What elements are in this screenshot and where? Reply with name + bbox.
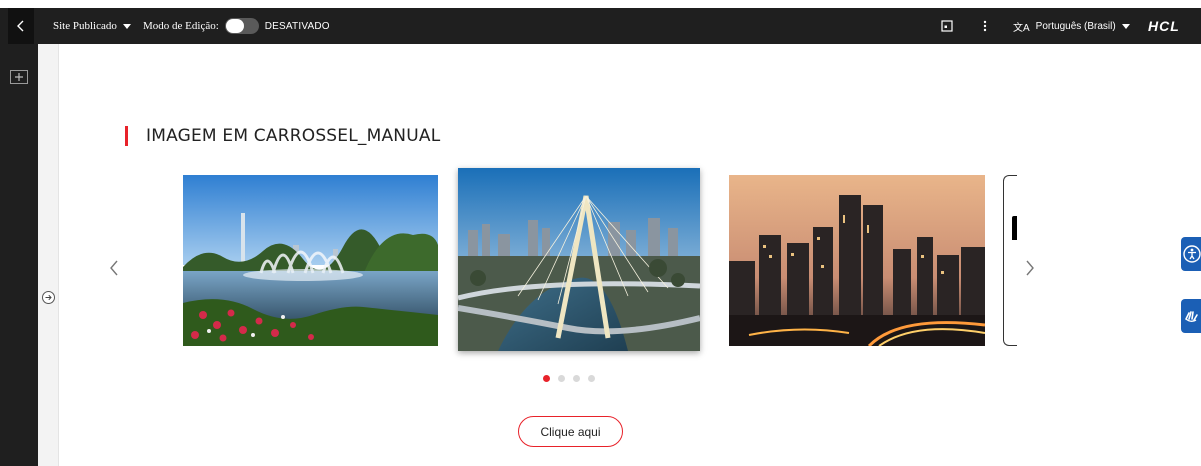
carousel-slide-1[interactable] [183, 175, 438, 346]
panel-icon [941, 20, 953, 32]
expand-arrow-icon [45, 294, 52, 301]
edit-mode: Modo de Edição: DESATIVADO [143, 8, 330, 44]
edit-mode-state: DESATIVADO [264, 20, 330, 32]
carousel-dot-1[interactable] [543, 375, 550, 382]
back-button[interactable] [8, 8, 34, 44]
language-select[interactable]: 文A Português (Brasil) [1013, 8, 1130, 44]
slide-image-park-fountain [183, 175, 438, 346]
language-label: Português (Brasil) [1035, 20, 1116, 32]
chevron-left-icon [110, 260, 118, 276]
carousel-prev-button[interactable] [106, 258, 122, 278]
carousel-slide-2[interactable] [458, 168, 700, 351]
panel-button[interactable] [938, 8, 956, 44]
title-accent-bar [125, 126, 128, 146]
top-toolbar: Site Publicado Modo de Edição: DESATIVAD… [8, 8, 1201, 44]
accessibility-icon [1183, 245, 1201, 263]
more-options-button[interactable] [978, 8, 992, 44]
translate-icon: 文A [1013, 22, 1030, 34]
carousel-slide-4[interactable] [1003, 175, 1017, 346]
carousel-slide-3[interactable] [729, 175, 985, 346]
site-select-label: Site Publicado [53, 20, 117, 32]
expand-panel-button[interactable] [42, 291, 55, 304]
caret-down-icon [1121, 23, 1130, 29]
toggle-knob [225, 19, 244, 33]
accessibility-button[interactable] [1181, 237, 1201, 271]
caret-down-icon [122, 23, 131, 29]
left-edge [0, 8, 8, 466]
sign-language-button[interactable] [1181, 299, 1201, 333]
carousel-pagination [543, 375, 595, 382]
chevron-right-icon [1026, 260, 1034, 276]
add-component-icon [15, 73, 23, 81]
top-strip [0, 0, 1201, 8]
edit-mode-toggle[interactable] [224, 18, 259, 34]
left-rail [8, 44, 38, 466]
slide-image-city-dusk [729, 175, 985, 346]
carousel-dot-4[interactable] [588, 375, 595, 382]
section-title-text: IMAGEM EM CARROSSEL_MANUAL [146, 126, 441, 146]
add-component-button[interactable] [10, 70, 28, 84]
cta-button[interactable]: Clique aqui [518, 416, 623, 447]
site-select[interactable]: Site Publicado [53, 8, 131, 44]
carousel-dot-3[interactable] [573, 375, 580, 382]
edit-mode-label: Modo de Edição: [143, 20, 219, 32]
section-title: IMAGEM EM CARROSSEL_MANUAL [125, 125, 440, 147]
kebab-icon [983, 20, 987, 32]
page: Site Publicado Modo de Edição: DESATIVAD… [0, 0, 1201, 466]
slide-image-cable-bridge [458, 168, 700, 351]
chevron-left-icon [17, 20, 24, 32]
carousel-dot-2[interactable] [558, 375, 565, 382]
brand-logo: HCL [1148, 18, 1180, 34]
slide-4-peek [1012, 216, 1017, 240]
side-panel [38, 44, 59, 466]
sign-language-icon [1185, 311, 1198, 322]
carousel-next-button[interactable] [1022, 258, 1038, 278]
